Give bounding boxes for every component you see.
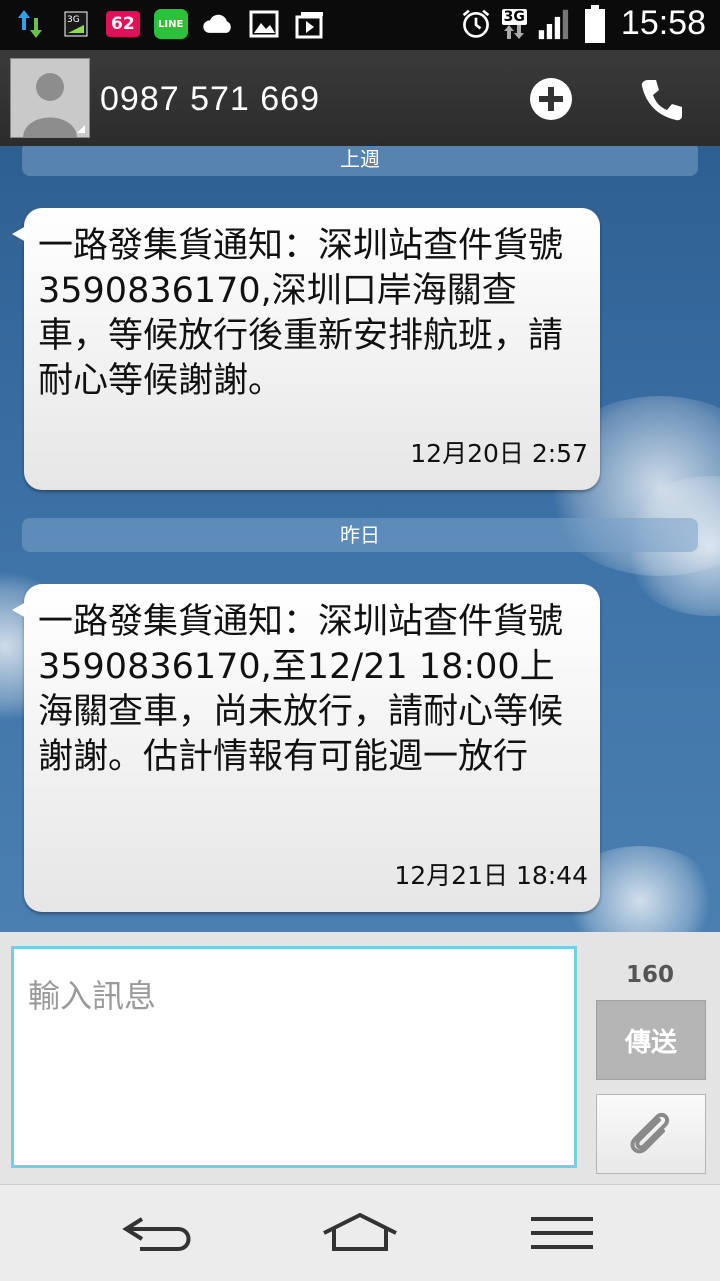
status-bar: 3G 62 LINE 3G 15:58 (0, 0, 720, 50)
phone-icon (641, 80, 682, 121)
media-icon (294, 8, 326, 40)
sim-3g-icon: 3G (60, 8, 92, 40)
signal-strength-icon (537, 8, 569, 40)
conversation-header: 0987 571 669 (0, 50, 720, 146)
home-icon (323, 1213, 397, 1251)
contact-avatar[interactable] (10, 58, 90, 138)
menu-button[interactable] (522, 1209, 602, 1257)
date-divider: 上週 (22, 146, 698, 176)
system-status-icons: 3G 15:58 (460, 4, 706, 43)
notification-icons: 3G 62 LINE (14, 8, 326, 40)
line-app-icon: LINE (153, 9, 188, 39)
back-button[interactable] (118, 1209, 198, 1257)
message-composer: 160 傳送 (0, 932, 720, 1184)
bubble-tail (12, 602, 26, 618)
add-icon (530, 78, 572, 120)
date-divider: 昨日 (22, 518, 698, 552)
navigation-bar (0, 1184, 720, 1281)
attach-button[interactable] (596, 1094, 706, 1174)
character-counter: 160 (625, 962, 674, 988)
add-contact-button[interactable] (528, 76, 574, 122)
send-button[interactable]: 傳送 (596, 1000, 706, 1080)
back-icon (122, 1217, 191, 1251)
call-button[interactable] (638, 76, 686, 124)
paperclip-icon (630, 1112, 670, 1154)
svg-text:3G: 3G (67, 15, 80, 25)
network-type: 3G (501, 8, 527, 39)
message-bubble[interactable]: 一路發集貨通知：深圳站查件貨號3590836170,至12/21 18:00上海… (12, 584, 600, 912)
network-type-label: 3G (501, 8, 527, 25)
home-button[interactable] (320, 1209, 400, 1257)
contact-number: 0987 571 669 (100, 80, 320, 118)
alarm-icon (460, 8, 492, 40)
notification-count-badge: 62 (106, 11, 140, 37)
bubble-tail (12, 226, 26, 242)
battery-icon (579, 4, 611, 43)
cloud-icon (202, 8, 234, 40)
gallery-icon (248, 8, 280, 40)
message-text: 一路發集貨通知：深圳站查件貨號3590836170,至12/21 18:00上海… (38, 602, 564, 777)
status-clock: 15:58 (620, 4, 706, 42)
menu-icon (531, 1217, 593, 1249)
message-timestamp: 12月21日 18:44 (394, 861, 588, 890)
message-bubble[interactable]: 一路發集貨通知：深圳站查件貨號3590836170,深圳口岸海關查車，等候放行後… (12, 208, 600, 490)
message-text: 一路發集貨通知：深圳站查件貨號3590836170,深圳口岸海關查車，等候放行後… (38, 226, 564, 401)
message-input[interactable] (11, 946, 577, 1168)
data-transfer-icon (14, 8, 46, 40)
message-timestamp: 12月20日 2:57 (410, 439, 588, 468)
message-list[interactable]: 上週 一路發集貨通知：深圳站查件貨號3590836170,深圳口岸海關查車，等候… (0, 146, 720, 932)
